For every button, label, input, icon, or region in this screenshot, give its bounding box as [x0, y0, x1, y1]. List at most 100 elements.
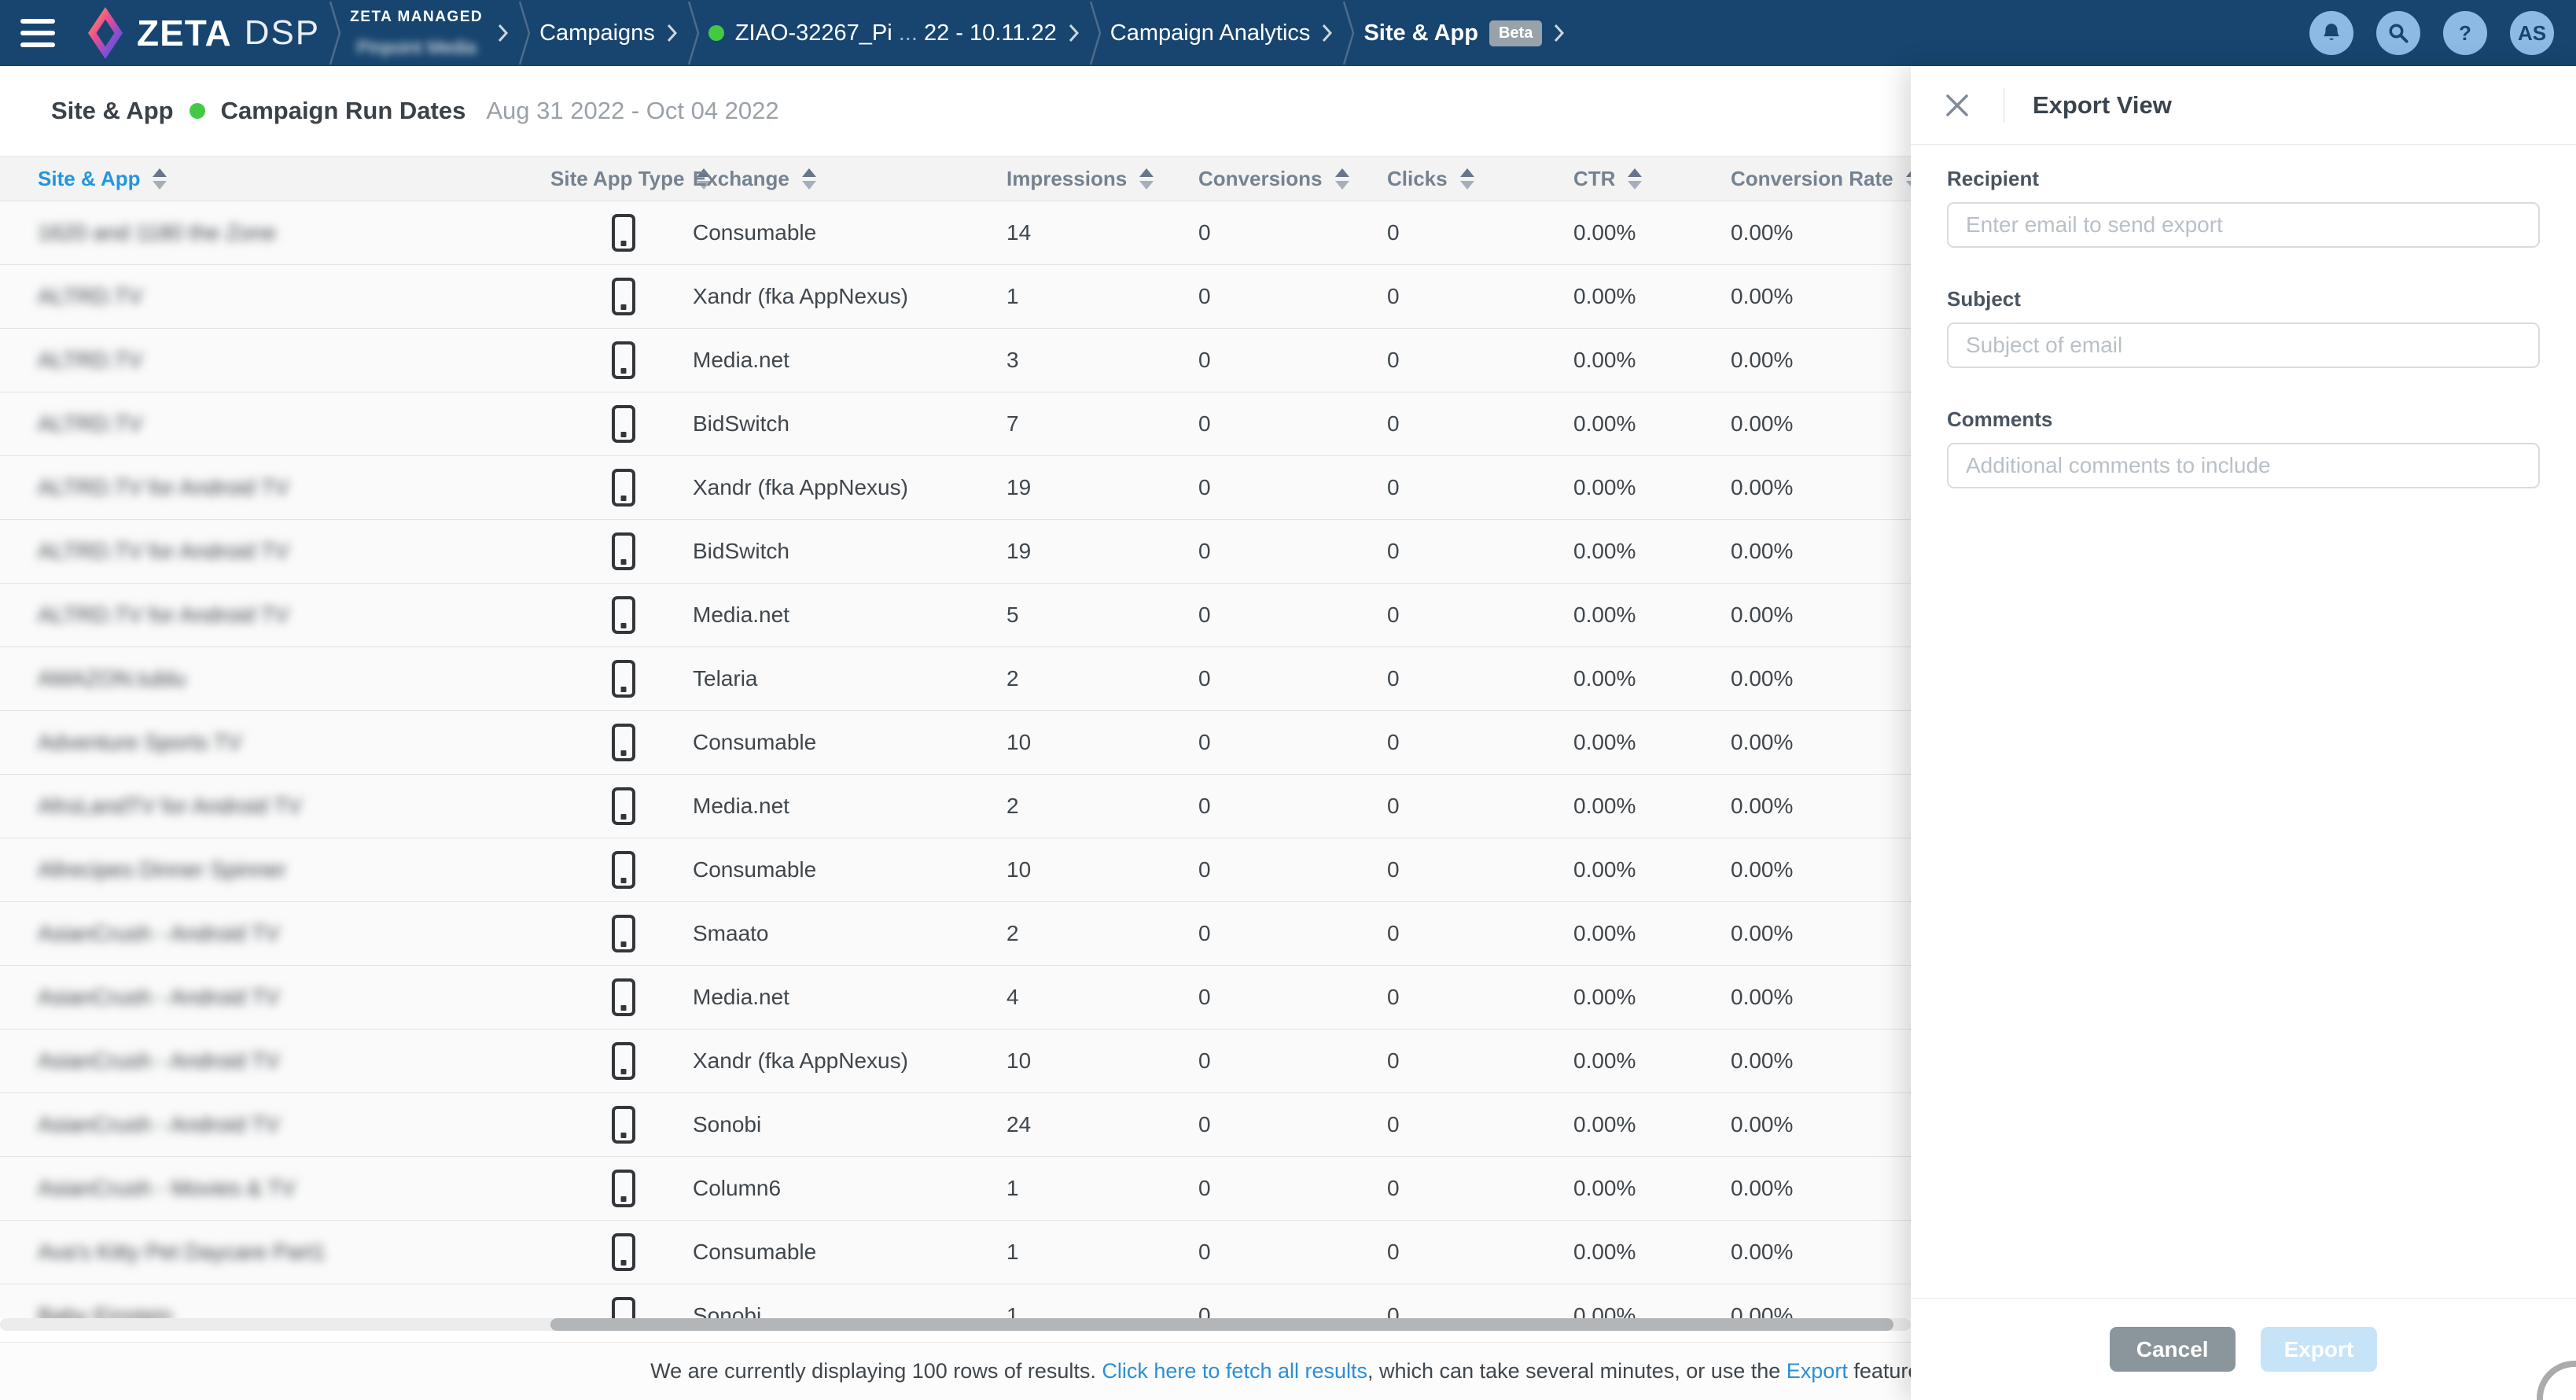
site-name: Adventure Sports TV — [38, 730, 241, 755]
brand-logo[interactable]: ZETA DSP — [85, 7, 320, 59]
site-app-type-cell — [602, 1170, 646, 1207]
impressions-value: 2 — [1006, 921, 1019, 946]
conversion-rate-value: 0.00% — [1731, 284, 1793, 309]
conversion-rate-value: 0.00% — [1731, 475, 1793, 500]
conversions-value: 0 — [1198, 220, 1211, 245]
conversions-value: 0 — [1198, 539, 1211, 564]
site-name: ALTRD.TV for Android TV — [38, 475, 289, 500]
impressions-value: 24 — [1006, 1112, 1031, 1137]
site-app-type-cell — [602, 724, 646, 761]
horizontal-scrollbar-thumb[interactable] — [550, 1318, 1893, 1331]
ctr-value: 0.00% — [1573, 1112, 1636, 1137]
subject-input[interactable] — [1947, 322, 2540, 368]
column-header-conversion-rate[interactable]: Conversion Rate — [1731, 157, 1920, 201]
clicks-value: 0 — [1387, 1240, 1400, 1265]
breadcrumb-account[interactable]: ZETA MANAGED Pinpoint Media — [350, 9, 483, 57]
export-link[interactable]: Export — [1787, 1359, 1848, 1383]
chevron-right-icon — [666, 22, 679, 44]
chevron-right-icon — [1553, 22, 1566, 44]
conversion-rate-value: 0.00% — [1731, 1112, 1793, 1137]
column-header-ctr[interactable]: CTR — [1573, 157, 1642, 201]
recipient-input[interactable] — [1947, 202, 2540, 248]
conversion-rate-value: 0.00% — [1731, 985, 1793, 1010]
conversions-value: 0 — [1198, 348, 1211, 373]
breadcrumb-account-type: ZETA MANAGED — [350, 9, 483, 26]
clicks-value: 0 — [1387, 348, 1400, 373]
clicks-value: 0 — [1387, 284, 1400, 309]
conversions-value: 0 — [1198, 921, 1211, 946]
close-icon[interactable] — [1944, 92, 1971, 119]
subject-field-group: Subject — [1947, 287, 2540, 368]
page-subtitle: Campaign Run Dates — [221, 97, 466, 125]
sort-arrows-icon — [153, 168, 167, 190]
breadcrumb-campaigns[interactable]: Campaigns — [539, 20, 679, 46]
site-app-type-cell — [602, 469, 646, 507]
brand-dsp-text: DSP — [245, 13, 320, 53]
breadcrumb-campaign[interactable]: ZIAO-32267_Pi ... 22 - 10.11.22 — [708, 20, 1080, 46]
ctr-value: 0.00% — [1573, 794, 1636, 819]
mobile-device-icon — [612, 660, 635, 698]
column-header-clicks[interactable]: Clicks — [1387, 157, 1474, 201]
column-header-site-app-type[interactable]: Site App Type — [550, 157, 711, 201]
beta-badge: Beta — [1489, 20, 1542, 46]
breadcrumb-separator — [1088, 0, 1102, 66]
export-panel-body: Recipient Subject Comments — [1911, 145, 2576, 488]
site-app-type-cell — [602, 1106, 646, 1144]
search-button[interactable] — [2376, 11, 2420, 55]
site-name: AMAZON.tublu — [38, 666, 186, 691]
search-icon — [2386, 21, 2410, 45]
comments-label: Comments — [1947, 407, 2540, 432]
impressions-value: 10 — [1006, 730, 1031, 755]
site-name: AfroLandTV for Android TV — [38, 794, 302, 819]
breadcrumb-campaign-analytics[interactable]: Campaign Analytics — [1110, 20, 1334, 46]
clicks-value: 0 — [1387, 794, 1400, 819]
conversion-rate-value: 0.00% — [1731, 348, 1793, 373]
hamburger-menu-icon[interactable] — [20, 19, 55, 47]
exchange-name: Column6 — [693, 1176, 781, 1201]
mobile-device-icon — [612, 787, 635, 825]
fetch-all-results-link[interactable]: Click here to fetch all results — [1102, 1359, 1367, 1383]
mobile-device-icon — [612, 341, 635, 379]
impressions-value: 4 — [1006, 985, 1019, 1010]
page-title: Site & App — [51, 97, 174, 125]
column-header-exchange[interactable]: Exchange — [693, 157, 816, 201]
mobile-device-icon — [612, 1042, 635, 1080]
mobile-device-icon — [612, 851, 635, 889]
app-window: ZETA DSP ZETA MANAGED Pinpoint Media Cam… — [0, 0, 2576, 1400]
help-button[interactable]: ? — [2443, 11, 2487, 55]
notifications-button[interactable] — [2309, 11, 2353, 55]
ctr-value: 0.00% — [1573, 220, 1636, 245]
site-app-type-cell — [602, 341, 646, 379]
conversion-rate-value: 0.00% — [1731, 220, 1793, 245]
ctr-value: 0.00% — [1573, 1303, 1636, 1318]
ctr-value: 0.00% — [1573, 348, 1636, 373]
conversions-value: 0 — [1198, 475, 1211, 500]
site-app-type-cell — [602, 278, 646, 315]
clicks-value: 0 — [1387, 1112, 1400, 1137]
column-header-site-and-app[interactable]: Site & App — [38, 157, 167, 201]
cancel-button[interactable]: Cancel — [2110, 1327, 2236, 1372]
clicks-value: 0 — [1387, 539, 1400, 564]
impressions-value: 1 — [1006, 284, 1019, 309]
comments-input[interactable] — [1947, 443, 2540, 488]
column-header-impressions[interactable]: Impressions — [1006, 157, 1154, 201]
exchange-name: Consumable — [693, 857, 816, 882]
sort-arrows-icon — [1460, 168, 1474, 190]
breadcrumb-site-and-app[interactable]: Site & App Beta — [1363, 20, 1566, 46]
site-name: ALTRD.TV for Android TV — [38, 539, 289, 564]
impressions-value: 2 — [1006, 794, 1019, 819]
impressions-value: 1 — [1006, 1303, 1019, 1318]
export-button[interactable]: Export — [2261, 1327, 2378, 1372]
export-panel-title: Export View — [2033, 91, 2172, 120]
sort-arrows-icon — [1335, 168, 1349, 190]
site-app-type-cell — [602, 405, 646, 443]
conversion-rate-value: 0.00% — [1731, 730, 1793, 755]
breadcrumb-account-name: Pinpoint Media — [357, 37, 477, 57]
mobile-device-icon — [612, 405, 635, 443]
mobile-device-icon — [612, 915, 635, 952]
site-app-type-cell — [602, 1297, 646, 1318]
user-avatar[interactable]: AS — [2510, 11, 2554, 55]
clicks-value: 0 — [1387, 1176, 1400, 1201]
mobile-device-icon — [612, 469, 635, 507]
column-header-conversions[interactable]: Conversions — [1198, 157, 1349, 201]
